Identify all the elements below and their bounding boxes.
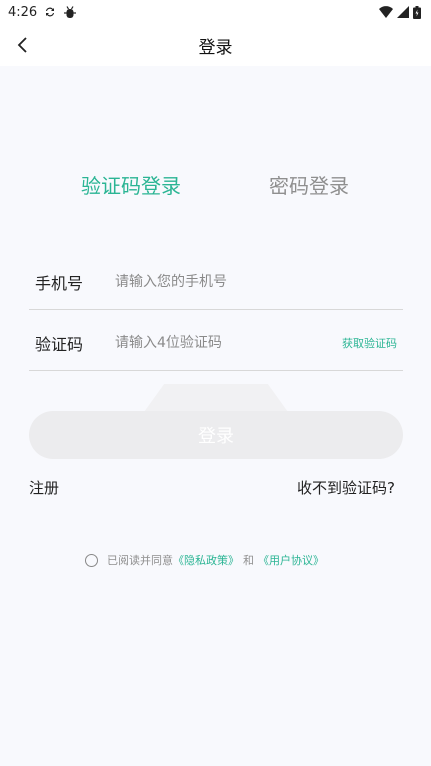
phone-field-row: 手机号 [29, 254, 403, 310]
login-tabs: 验证码登录 密码登录 [0, 170, 431, 200]
get-code-button[interactable]: 获取验证码 [342, 335, 403, 351]
sync-icon [46, 7, 55, 17]
phone-label: 手机号 [35, 273, 84, 293]
status-left: 4:26 [8, 5, 77, 20]
tab-sms-login[interactable]: 验证码登录 [81, 170, 181, 199]
status-bar: 4:26 [0, 0, 431, 24]
bug-icon [64, 6, 77, 18]
code-field-row: 验证码 获取验证码 [29, 315, 403, 371]
no-code-link[interactable]: 收不到验证码? [297, 477, 395, 498]
back-button[interactable] [8, 30, 38, 60]
register-link[interactable]: 注册 [29, 477, 59, 498]
popup-tail [144, 384, 288, 412]
page-title: 登录 [198, 37, 233, 58]
agreement-prefix: 已阅读并同意 [107, 554, 173, 567]
status-time: 4:26 [8, 4, 38, 20]
chevron-left-icon [17, 37, 27, 53]
nav-bar: 登录 [0, 24, 431, 66]
agreement-and: 和 [243, 554, 254, 567]
tab-password-login[interactable]: 密码登录 [269, 170, 349, 199]
user-agreement-link[interactable]: 《用户协议》 [258, 552, 324, 568]
privacy-policy-link[interactable]: 《隐私政策》 [173, 552, 239, 568]
agreement-row: 已阅读并同意 《隐私政策》 和 《用户协议》 [85, 552, 324, 568]
status-right [379, 5, 421, 19]
signal-icon [397, 6, 409, 18]
agreement-radio[interactable] [85, 553, 98, 567]
battery-icon [413, 5, 421, 19]
phone-input[interactable] [115, 266, 403, 297]
verification-code-input[interactable] [115, 327, 342, 358]
wifi-icon [379, 6, 393, 18]
login-button[interactable]: 登录 [29, 411, 403, 459]
code-label: 验证码 [35, 334, 84, 354]
